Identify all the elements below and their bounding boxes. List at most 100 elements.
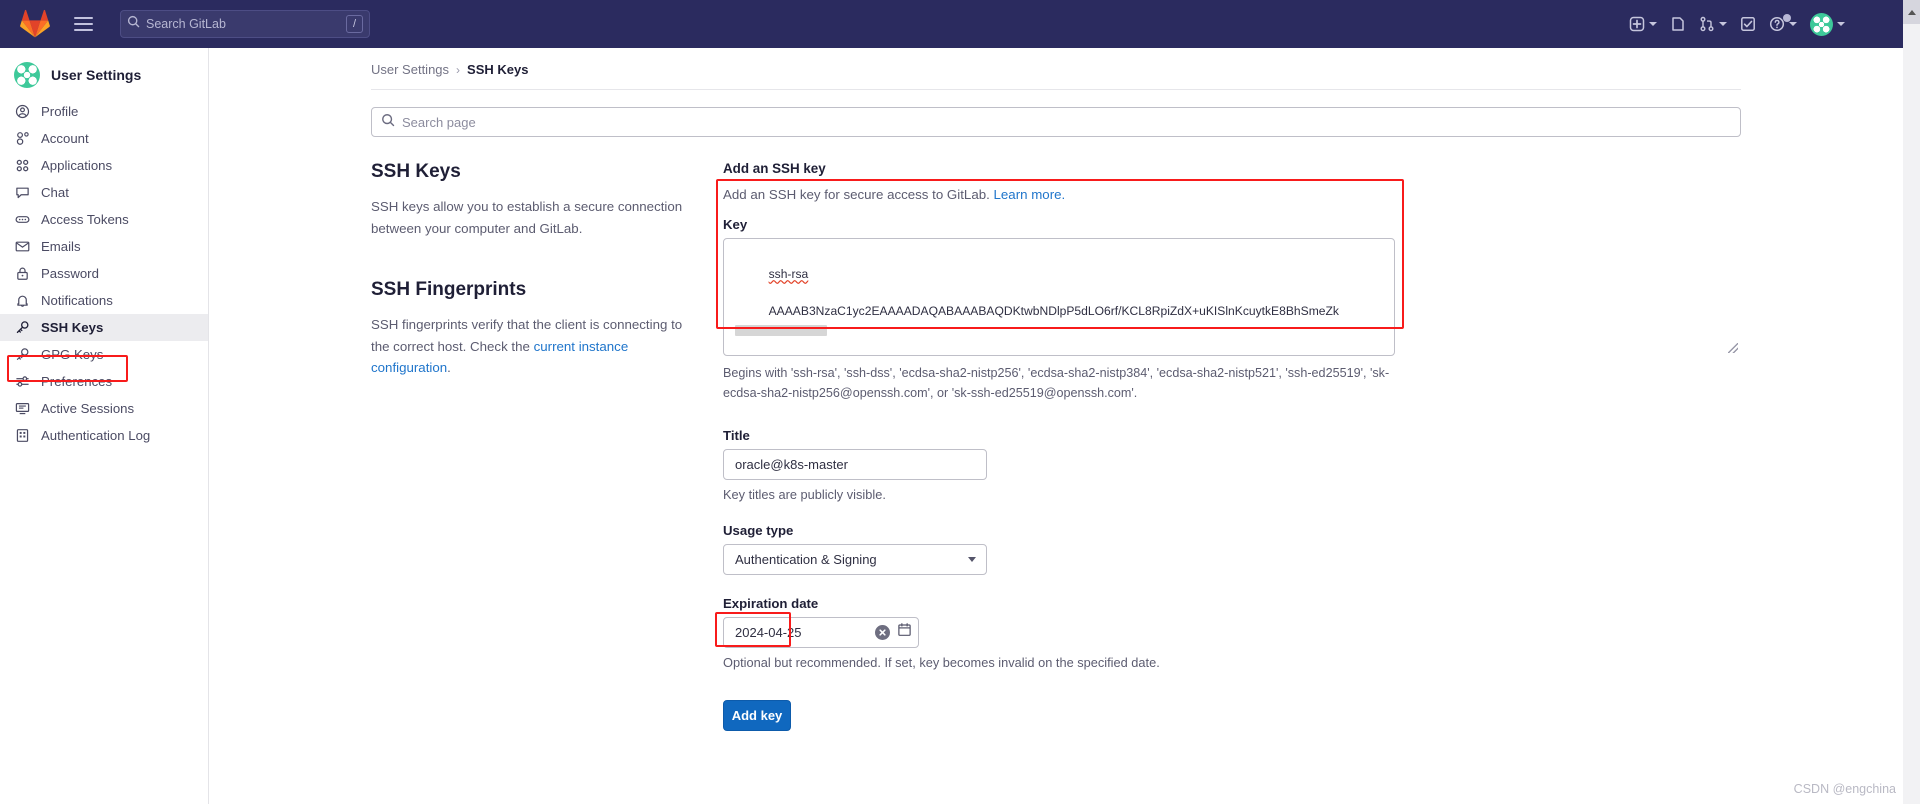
breadcrumb-separator: › — [456, 62, 461, 77]
settings-description-column: SSH Keys SSH keys allow you to establish… — [371, 161, 723, 731]
chevron-down-icon — [1719, 22, 1727, 26]
usage-type-wrapper: Authentication & Signing — [723, 543, 987, 575]
sidebar-title: User Settings — [51, 67, 142, 83]
key-format-hint: Begins with 'ssh-rsa', 'ssh-dss', 'ecdsa… — [723, 366, 1390, 400]
help-icon[interactable] — [1764, 12, 1802, 36]
key-field-label: Key — [723, 217, 748, 232]
bell-icon — [14, 293, 30, 309]
page-search-input[interactable] — [402, 114, 1731, 130]
access-tokens-icon — [14, 212, 30, 228]
search-icon — [381, 113, 395, 132]
key-icon — [14, 347, 30, 363]
form-subtitle: Add an SSH key for secure access to GitL… — [723, 187, 1741, 202]
ssh-keys-description: SSH keys allow you to establish a secure… — [371, 199, 683, 236]
global-search-input[interactable] — [146, 17, 346, 31]
usage-type-label: Usage type — [723, 522, 794, 538]
sidebar-item-chat[interactable]: Chat — [0, 179, 208, 206]
sidebar-item-account[interactable]: Account — [0, 125, 208, 152]
usage-type-select[interactable]: Authentication & Signing — [723, 543, 987, 575]
chat-icon — [14, 185, 30, 201]
sidebar-item-notifications[interactable]: Notifications — [0, 287, 208, 314]
sidebar-item-label: Preferences — [41, 374, 113, 389]
preferences-icon — [14, 374, 30, 390]
merge-requests-icon[interactable] — [1694, 12, 1732, 36]
sidebar-item-label: Access Tokens — [41, 212, 129, 227]
notification-dot-icon — [1783, 14, 1791, 22]
title-field-label: Title — [723, 427, 750, 443]
breadcrumb-divider — [371, 89, 1741, 90]
gitlab-logo[interactable] — [20, 9, 50, 39]
sidebar-item-label: Notifications — [41, 293, 113, 308]
todos-icon[interactable] — [1735, 12, 1761, 36]
search-icon — [127, 15, 140, 33]
monitor-icon — [14, 401, 30, 417]
key-icon — [14, 320, 30, 336]
hamburger-menu-icon[interactable] — [68, 9, 98, 39]
expiration-date-label: Expiration date — [723, 595, 819, 611]
ssh-fingerprints-description: SSH fingerprints verify that the client … — [371, 314, 687, 379]
watermark: CSDN @engchina — [1793, 782, 1896, 796]
sidebar-item-active-sessions[interactable]: Active Sessions — [0, 395, 208, 422]
form-subtitle-text: Add an SSH key for secure access to GitL… — [723, 187, 994, 202]
expiration-date-wrapper[interactable] — [723, 616, 919, 648]
profile-icon — [14, 104, 30, 120]
sidebar-item-label: SSH Keys — [41, 320, 104, 335]
user-avatar-icon — [1810, 12, 1833, 36]
chevron-down-icon — [1789, 22, 1797, 26]
settings-sidebar: User Settings Profile Account Applicatio… — [0, 48, 209, 804]
sidebar-item-profile[interactable]: Profile — [0, 98, 208, 125]
sidebar-item-label: Chat — [41, 185, 69, 200]
textarea-resize-handle[interactable] — [1728, 343, 1738, 353]
user-avatar-icon — [14, 62, 40, 88]
page-search-box[interactable] — [371, 107, 1741, 137]
sidebar-item-ssh-keys[interactable]: SSH Keys — [0, 314, 208, 341]
log-icon — [14, 428, 30, 444]
page-scrollbar[interactable] — [1903, 24, 1920, 804]
key-textarea[interactable]: ssh-rsa AAAAB3NzaC1yc2EAAAADAQABAAABAQDK… — [723, 238, 1395, 356]
sidebar-item-preferences[interactable]: Preferences — [0, 368, 208, 395]
title-help-text: Key titles are publicly visible. — [723, 486, 886, 502]
top-navigation-bar: / — [0, 0, 1920, 48]
sidebar-header: User Settings — [0, 56, 208, 98]
user-menu[interactable] — [1805, 9, 1850, 40]
account-icon — [14, 131, 30, 147]
sidebar-item-authentication-log[interactable]: Authentication Log — [0, 422, 208, 449]
expiration-help-text: Optional but recommended. If set, key be… — [723, 654, 1160, 670]
sidebar-item-label: Applications — [41, 158, 113, 173]
sidebar-item-applications[interactable]: Applications — [0, 152, 208, 179]
sidebar-item-label: Password — [41, 266, 99, 281]
expiration-date-input[interactable] — [735, 624, 875, 640]
sidebar-item-label: Emails — [41, 239, 81, 254]
sidebar-item-label: Profile — [41, 104, 79, 119]
form-heading: Add an SSH key — [723, 161, 826, 176]
top-bar-actions — [1624, 9, 1906, 40]
breadcrumb-parent[interactable]: User Settings — [371, 62, 449, 77]
sidebar-item-label: GPG Keys — [41, 347, 104, 362]
fingerprints-text-after: . — [447, 360, 451, 376]
key-textarea-wrapper: ssh-rsa AAAAB3NzaC1yc2EAAAADAQABAAABAQDK… — [723, 238, 1741, 356]
scroll-up-button[interactable] — [1903, 0, 1920, 24]
sidebar-item-emails[interactable]: Emails — [0, 233, 208, 260]
lock-icon — [14, 266, 30, 282]
learn-more-link[interactable]: Learn more. — [994, 187, 1066, 202]
sidebar-item-label: Account — [41, 131, 89, 146]
redacted-block — [735, 324, 827, 336]
issues-icon[interactable] — [1665, 12, 1691, 36]
sidebar-item-label: Authentication Log — [41, 428, 151, 443]
ssh-fingerprints-heading: SSH Fingerprints — [371, 279, 527, 301]
create-new-icon[interactable] — [1624, 12, 1662, 36]
sidebar-item-access-tokens[interactable]: Access Tokens — [0, 206, 208, 233]
sidebar-item-label: Active Sessions — [41, 401, 135, 416]
key-line-1: ssh-rsa — [768, 267, 809, 282]
clear-icon[interactable] — [875, 624, 890, 640]
chevron-down-icon — [1649, 22, 1657, 26]
title-input[interactable] — [723, 448, 987, 480]
add-key-button[interactable]: Add key — [723, 699, 791, 731]
sidebar-item-password[interactable]: Password — [0, 260, 208, 287]
global-search-box[interactable]: / — [120, 10, 370, 38]
sidebar-item-gpg-keys[interactable]: GPG Keys — [0, 341, 208, 368]
applications-icon — [14, 158, 30, 174]
settings-columns: SSH Keys SSH keys allow you to establish… — [209, 137, 1903, 731]
search-shortcut-key: / — [346, 15, 363, 33]
calendar-icon[interactable] — [897, 622, 912, 642]
